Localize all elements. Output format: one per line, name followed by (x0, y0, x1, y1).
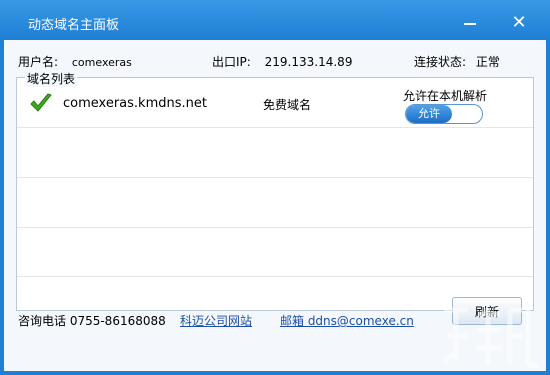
local-resolve-label: 允许在本机解析 (403, 89, 488, 103)
username-value: comexeras (71, 56, 132, 69)
company-website-link[interactable]: 科迈公司网站 (180, 312, 252, 329)
checkmark-icon (30, 93, 52, 112)
status-value: 正常 (475, 55, 500, 69)
username-label: 用户名: (18, 55, 59, 69)
hotline-text: 咨询电话 0755-86168088 (18, 314, 166, 328)
close-button[interactable]: ✕ (505, 12, 533, 34)
domain-type: 免费域名 (263, 98, 312, 112)
minimize-icon (464, 22, 476, 25)
ip-info: 出口IP: 219.133.14.89 (212, 53, 352, 70)
domain-name: comexeras.kmdns.net (63, 96, 207, 111)
empty-row (17, 228, 533, 277)
toggle-on-label: 允许 (406, 105, 452, 123)
username-info: 用户名: comexeras (18, 53, 132, 70)
empty-row (17, 178, 533, 228)
status-label: 连接状态: (414, 55, 467, 69)
domain-row[interactable]: comexeras.kmdns.net 免费域名 允许在本机解析 允许 (17, 78, 533, 128)
title-bar[interactable]: 动态域名主面板 ✕ (0, 0, 550, 40)
domain-list-group: 域名列表 comexeras.kmdns.net 免费域名 允许在本机解析 允许 (16, 70, 534, 311)
minimize-button[interactable] (456, 12, 484, 34)
window-title: 动态域名主面板 (28, 18, 120, 33)
close-icon: ✕ (511, 12, 527, 33)
ip-value: 219.133.14.89 (264, 55, 353, 69)
ddns-main-window: 动态域名主面板 ✕ 用户名: comexeras 出口IP: 219.133.1… (0, 0, 550, 375)
email-link[interactable]: 邮箱 ddns@comexe.cn (280, 312, 414, 329)
watermark-logo (442, 307, 539, 369)
empty-row (17, 128, 533, 178)
ip-label: 出口IP: (212, 55, 251, 69)
local-resolve-toggle[interactable]: 允许 (405, 104, 483, 124)
status-info: 连接状态: 正常 (414, 53, 500, 70)
